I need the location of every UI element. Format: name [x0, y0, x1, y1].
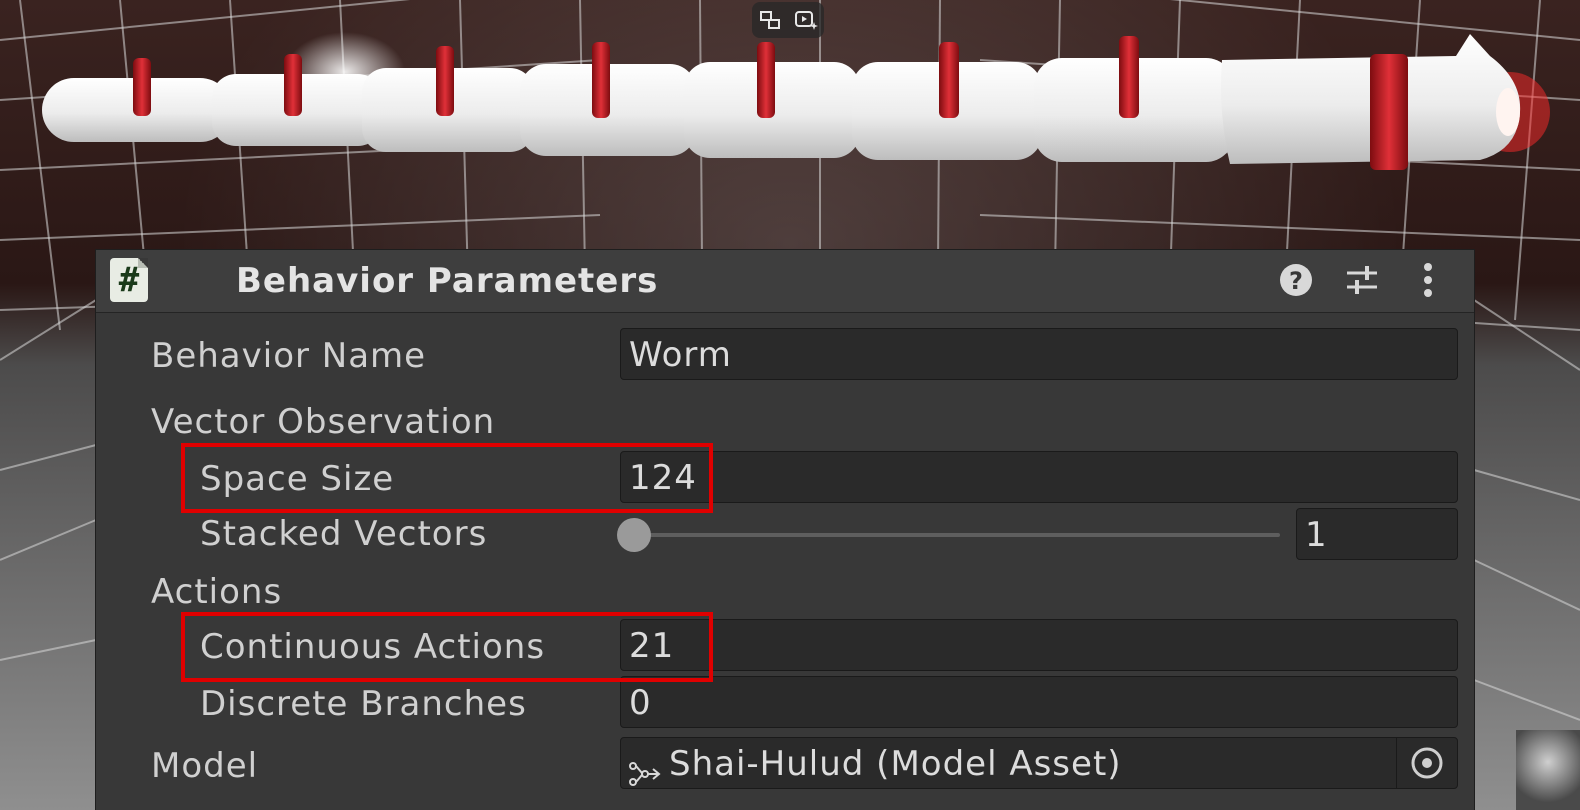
component-title: Behavior Parameters: [236, 261, 659, 301]
model-value: Shai-Hulud (Model Asset): [669, 744, 1122, 784]
more-vertical-icon[interactable]: [1408, 260, 1448, 300]
component-header[interactable]: # Behavior Parameters ?: [96, 250, 1474, 313]
svg-text:?: ?: [1289, 267, 1303, 295]
space-size-label: Space Size: [200, 459, 395, 499]
behavior-name-label: Behavior Name: [151, 336, 427, 376]
model-asset-icon: [629, 751, 661, 786]
worm-model: [42, 34, 1521, 170]
help-icon[interactable]: ?: [1276, 260, 1316, 300]
stacked-vectors-slider-track[interactable]: [634, 533, 1280, 537]
stacked-vectors-label: Stacked Vectors: [200, 514, 488, 554]
play-sparkle-icon[interactable]: [794, 9, 818, 31]
swap-view-icon[interactable]: [758, 9, 782, 31]
script-icon: #: [110, 258, 148, 302]
continuous-actions-field[interactable]: 21: [620, 619, 1458, 671]
channel-avatar: [1516, 730, 1580, 810]
discrete-branches-field[interactable]: 0: [620, 676, 1458, 728]
stacked-vectors-slider-thumb[interactable]: [617, 518, 651, 552]
object-picker-icon[interactable]: [1396, 738, 1457, 788]
behavior-parameters-inspector: # Behavior Parameters ? Behavior Name Wo…: [96, 250, 1474, 810]
model-field[interactable]: Shai-Hulud (Model Asset): [620, 737, 1458, 789]
actions-label: Actions: [151, 572, 283, 612]
continuous-actions-label: Continuous Actions: [200, 627, 546, 667]
player-toolbar: [752, 2, 824, 38]
discrete-branches-label: Discrete Branches: [200, 684, 527, 724]
space-size-field[interactable]: 124: [620, 451, 1458, 503]
model-label: Model: [151, 746, 259, 786]
presets-icon[interactable]: [1342, 260, 1382, 300]
vector-observation-label: Vector Observation: [151, 402, 496, 442]
behavior-name-field[interactable]: Worm: [620, 328, 1458, 380]
stacked-vectors-field[interactable]: 1: [1296, 508, 1458, 560]
